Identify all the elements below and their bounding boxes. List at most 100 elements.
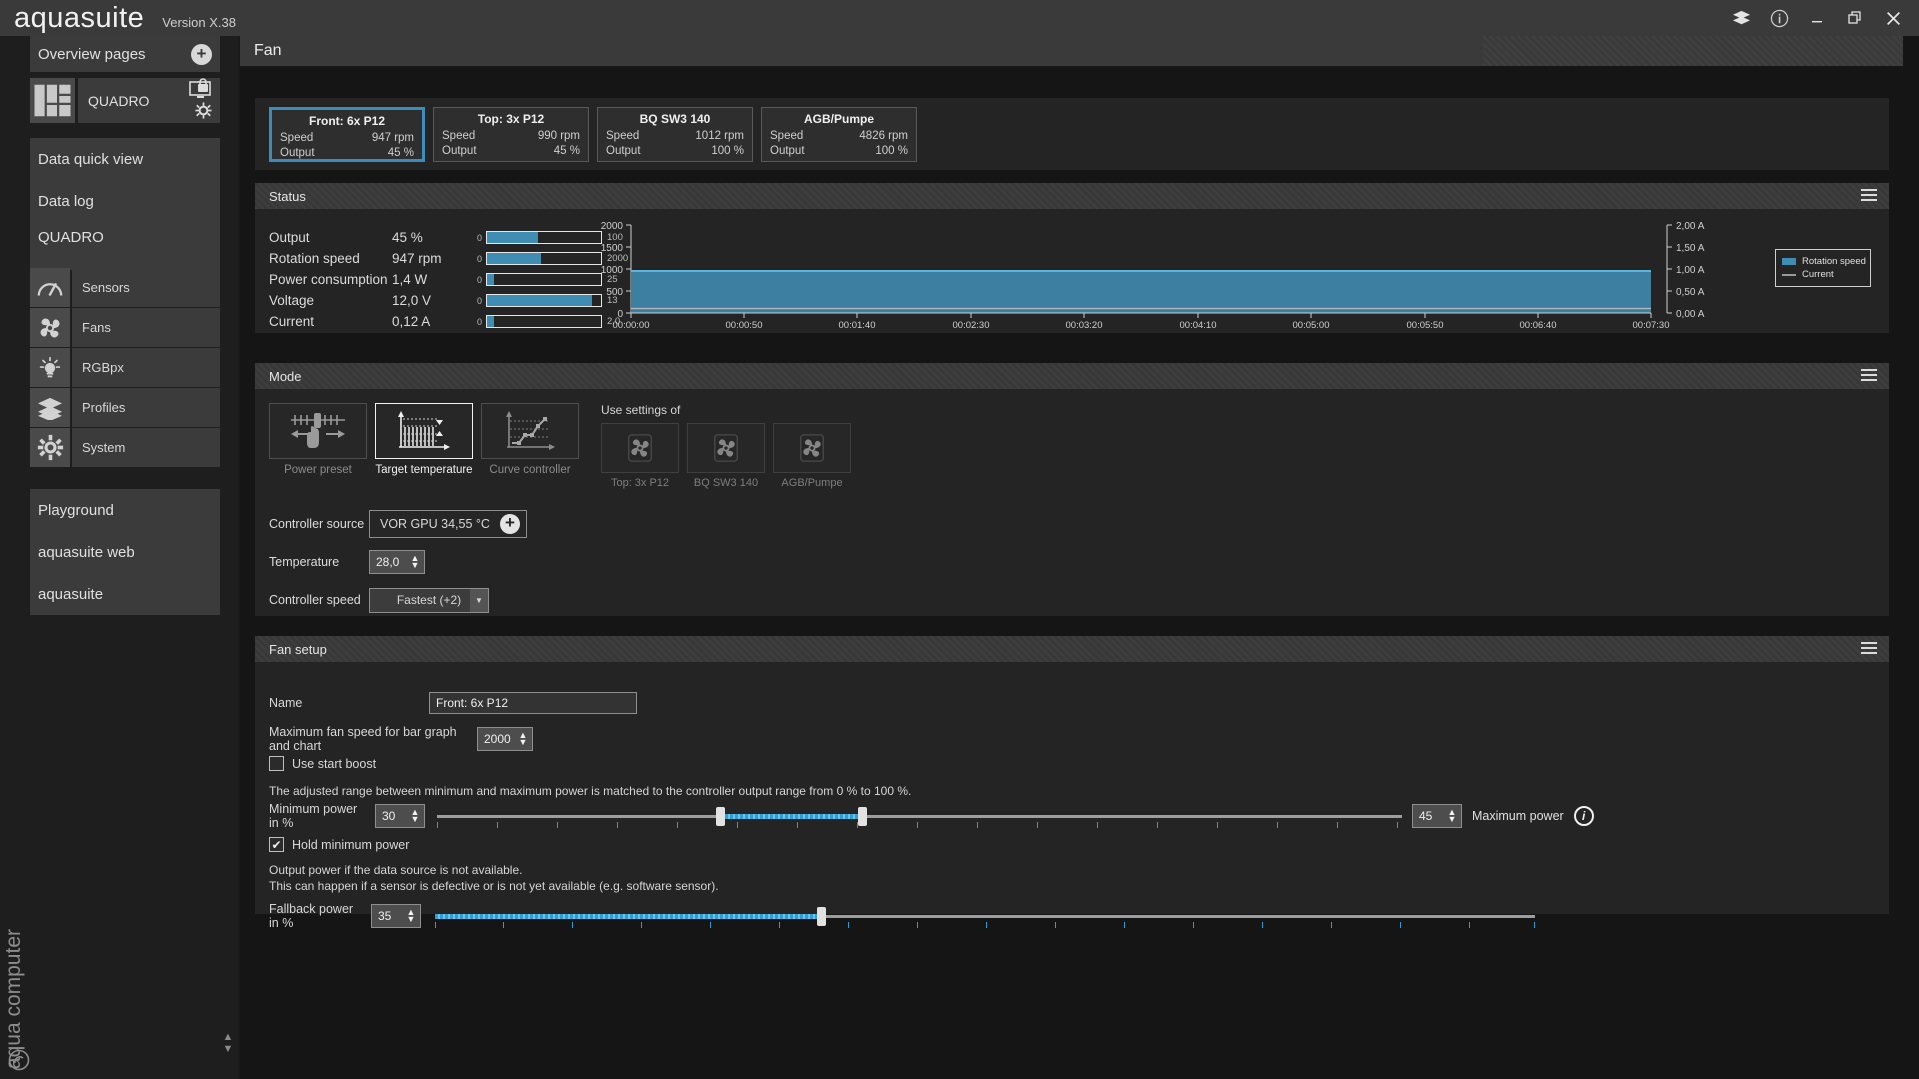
controller-source-value: VOR GPU 34,55 °C <box>380 517 490 531</box>
sidebar-item-system[interactable]: System <box>72 428 220 467</box>
sidebar-subitem-label: RGBpx <box>82 360 124 375</box>
use-settings-top-3x-p12[interactable]: Top: 3x P12 <box>601 423 679 489</box>
gear-icon[interactable] <box>195 102 212 124</box>
sidebar-item-label: Playground <box>38 501 114 519</box>
controller-source-selector[interactable]: VOR GPU 34,55 °C + <box>369 510 527 538</box>
svg-text:00:05:50: 00:05:50 <box>1407 320 1444 329</box>
mode-panel-menu-icon[interactable] <box>1861 369 1877 382</box>
add-source-icon[interactable]: + <box>499 514 520 534</box>
status-metric-value: 0,12 A <box>392 314 431 329</box>
use-settings-agb-pumpe[interactable]: AGB/Pumpe <box>773 423 851 489</box>
hold-minimum-power-checkbox[interactable]: ✔ <box>269 837 284 852</box>
fallback-power-slider[interactable] <box>435 905 1535 928</box>
fan-name-row: Name <box>269 692 637 714</box>
mode-button-curve-controller[interactable]: Curve controller <box>481 403 579 476</box>
fan-card-speed-label: Speed <box>442 129 476 142</box>
controller-source-row: Controller source VOR GPU 34,55 °C + <box>269 509 527 539</box>
fan-card-agb-pumpe[interactable]: AGB/Pumpe Speed 4826 rpm Output 100 % <box>761 106 917 162</box>
sidebar-item-playground[interactable]: Playground <box>30 489 220 531</box>
sidebar-item-data-log[interactable]: Data log <box>30 180 220 222</box>
stepper-arrows-icon[interactable]: ▲ ▼ <box>406 554 424 570</box>
sidebar-item-rgbpx[interactable]: RGBpx <box>72 348 220 387</box>
minimize-icon[interactable] <box>1807 8 1827 28</box>
temperature-stepper[interactable]: 28,0 ▲ ▼ <box>369 550 425 574</box>
power-range-slider[interactable] <box>437 805 1402 828</box>
fallback-note-line-2: This can happen if a sensor is defective… <box>269 879 719 893</box>
gauge-icon <box>30 268 70 307</box>
status-panel: Status Output 45 % 0 100 Rotation speed … <box>255 183 1889 333</box>
app-brand: aquasuite <box>14 1 145 34</box>
stepper-arrows-icon[interactable]: ▲ ▼ <box>514 731 532 747</box>
status-row-voltage: Voltage 12,0 V 0 13 <box>269 290 630 311</box>
svg-text:0,00 A: 0,00 A <box>1676 309 1705 320</box>
use-start-boost-label: Use start boost <box>292 756 377 771</box>
lock-icon[interactable] <box>196 78 210 99</box>
sidebar-item-sensors[interactable]: Sensors <box>72 268 220 307</box>
layers-icon[interactable] <box>1731 8 1751 28</box>
sidebar-item-quadro[interactable]: QUADRO <box>30 222 220 270</box>
status-metric-min: 0 <box>476 274 482 285</box>
use-start-boost-checkbox[interactable] <box>269 756 284 771</box>
minimum-power-stepper[interactable]: 30 ▲ ▼ <box>375 804 425 828</box>
device-name-area[interactable]: QUADRO <box>78 78 220 123</box>
use-settings-bq-sw3-140[interactable]: BQ SW3 140 <box>687 423 765 489</box>
fan-card-top-3x-p12[interactable]: Top: 3x P12 Speed 990 rpm Output 45 % <box>433 106 589 162</box>
mode-button-power-preset[interactable]: Power preset <box>269 403 367 476</box>
sidebar-device-quadro[interactable]: QUADRO <box>30 78 220 123</box>
sidebar-overview-pages[interactable]: Overview pages + <box>30 36 220 72</box>
fan-name-input[interactable] <box>429 692 637 714</box>
hold-minimum-power-row[interactable]: ✔ Hold minimum power <box>269 837 409 852</box>
svg-text:00:00:50: 00:00:50 <box>726 320 763 329</box>
layers-icon <box>30 388 70 427</box>
sidebar-item-aquasuite-web[interactable]: aquasuite web <box>30 531 220 573</box>
maximum-power-value: 45 <box>1419 809 1433 823</box>
sidebar-item-fans[interactable]: Fans <box>72 308 220 347</box>
svg-text:1000: 1000 <box>601 265 624 276</box>
sidebar-item-data-quick-view[interactable]: Data quick view <box>30 138 220 180</box>
fan-card-front-6x-p12[interactable]: Front: 6x P12 Speed 947 rpm Output 45 % <box>269 106 425 162</box>
fan-card-title: BQ SW3 140 <box>639 111 711 126</box>
sidebar-subitem-label: Profiles <box>82 400 126 415</box>
status-metric-name: Rotation speed <box>269 251 360 266</box>
sidebar-item-aquasuite[interactable]: aquasuite <box>30 573 220 615</box>
sidebar-subitem-label: Sensors <box>82 280 130 295</box>
mode-panel-header: Mode <box>255 363 1889 389</box>
stepper-arrows-icon[interactable]: ▲ ▼ <box>402 908 420 924</box>
slider-knob-fallback[interactable] <box>817 907 826 926</box>
sidebar-scroll-down[interactable]: ▲ ▼ <box>222 1031 234 1075</box>
info-icon[interactable]: i <box>1573 806 1594 826</box>
sidebar-item-label: Data quick view <box>38 150 144 168</box>
sidebar-item-profiles[interactable]: Profiles <box>72 388 220 427</box>
fan-setup-panel-header: Fan setup <box>255 636 1889 662</box>
slider-knob-min[interactable] <box>716 807 725 826</box>
fan-card-speed-label: Speed <box>770 129 804 142</box>
status-metric-min: 0 <box>476 253 482 264</box>
controller-source-label: Controller source <box>269 517 365 531</box>
device-name-label: QUADRO <box>88 92 150 109</box>
svg-text:1,50 A: 1,50 A <box>1676 243 1705 254</box>
fan-card-title: Front: 6x P12 <box>308 113 386 128</box>
fan-card-bq-sw3-140[interactable]: BQ SW3 140 Speed 1012 rpm Output 100 % <box>597 106 753 162</box>
stepper-arrows-icon[interactable]: ▲ ▼ <box>406 808 424 824</box>
mode-button-target-temperature[interactable]: Target temperature <box>375 403 473 476</box>
svg-text:00:01:40: 00:01:40 <box>839 320 876 329</box>
restore-icon[interactable] <box>1845 8 1865 28</box>
fan-setup-panel-menu-icon[interactable] <box>1861 642 1877 655</box>
maximum-power-stepper[interactable]: 45 ▲ ▼ <box>1412 804 1462 828</box>
stepper-arrows-icon[interactable]: ▲ ▼ <box>1443 808 1461 824</box>
fallback-power-stepper[interactable]: 35 ▲ ▼ <box>371 904 421 928</box>
status-metric-value: 12,0 V <box>392 293 432 308</box>
status-panel-menu-icon[interactable] <box>1861 189 1877 202</box>
fan-card-output-label: Output <box>606 144 641 157</box>
fan-icon <box>773 423 851 473</box>
chevron-down-icon[interactable]: ▼ <box>470 588 488 612</box>
use-settings-group: Use settings of Top: 3x P12 BQ SW3 140 A… <box>601 403 851 489</box>
controller-speed-select[interactable]: Fastest (+2) ▼ <box>369 587 489 613</box>
close-icon[interactable] <box>1883 8 1903 28</box>
info-icon[interactable] <box>1769 8 1789 28</box>
slider-knob-max[interactable] <box>858 807 867 826</box>
use-start-boost-row[interactable]: Use start boost <box>269 756 376 771</box>
add-overview-page-button[interactable]: + <box>191 44 212 65</box>
max-fan-speed-stepper[interactable]: 2000 ▲ ▼ <box>477 727 533 751</box>
slider-hand-icon <box>269 403 367 459</box>
